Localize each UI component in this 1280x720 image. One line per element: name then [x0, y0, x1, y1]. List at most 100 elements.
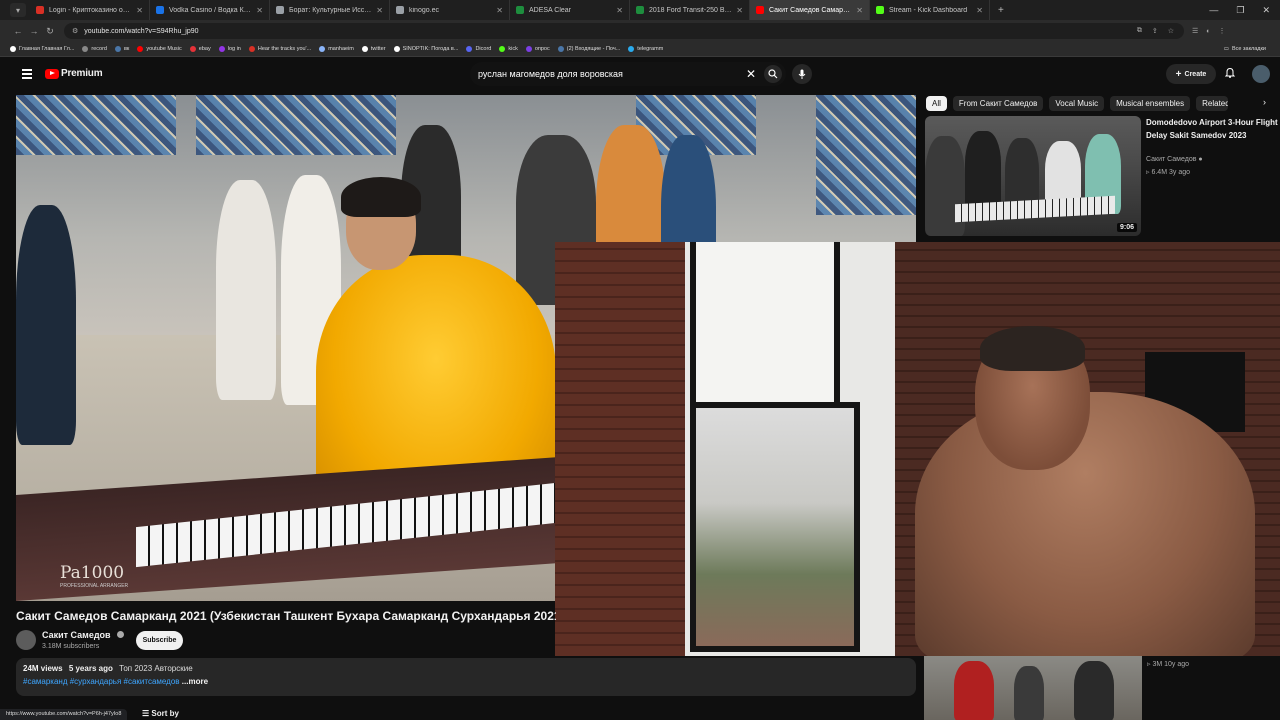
chip-musical-ensembles[interactable]: Musical ensembles: [1110, 95, 1191, 111]
browser-menu-icon[interactable]: ⋮: [1219, 27, 1226, 35]
video-frame-figure: [16, 205, 76, 445]
bookmark-item[interactable]: Главная Главная Гл...: [10, 46, 74, 52]
bookmark-item[interactable]: telegramm: [628, 46, 663, 52]
hamburger-menu-icon[interactable]: [22, 69, 32, 79]
close-tab-icon[interactable]: ✕: [736, 6, 743, 15]
close-tab-icon[interactable]: ✕: [376, 6, 383, 15]
tab-kick-dashboard[interactable]: Stream - Kick Dashboard ✕: [870, 0, 990, 20]
close-window-icon[interactable]: ✕: [1262, 5, 1270, 16]
chip-vocal-music[interactable]: Vocal Music: [1049, 95, 1105, 111]
youtube-play-icon: [45, 68, 59, 79]
extensions-icon[interactable]: ☰: [1192, 27, 1198, 35]
bookmark-item[interactable]: опрос: [525, 46, 550, 52]
video-frame-figure: [216, 180, 276, 400]
play-count-icon: ▹: [1147, 661, 1151, 668]
close-tab-icon[interactable]: ✕: [976, 6, 983, 15]
description-box[interactable]: 24M views 5 years ago Топ 2023 Авторские…: [16, 658, 916, 696]
close-tab-icon[interactable]: ✕: [136, 6, 143, 15]
play-count-icon: ▹: [1146, 169, 1150, 176]
youtube-premium-logo[interactable]: Premium: [45, 68, 103, 79]
channel-name[interactable]: Сакит Самедов ●: [1146, 156, 1203, 163]
bookmark-star-icon[interactable]: ☆: [1168, 27, 1174, 35]
tab-kinogo[interactable]: kinogo.ec ✕: [390, 0, 510, 20]
url-input[interactable]: ⚙ youtube.com/watch?v=S94Rhu_jp90 ⧉ ⇪ ☆: [64, 23, 1184, 39]
tab-ford-transit[interactable]: 2018 Ford Transit-250 Base w/✕: [630, 0, 750, 20]
video-title[interactable]: Domodedovo Airport 3-Hour Flight Delay S…: [1146, 117, 1280, 142]
description-line: Топ 2023 Авторские: [119, 664, 193, 673]
site-info-icon[interactable]: ⚙: [72, 27, 78, 35]
close-tab-icon[interactable]: ✕: [856, 6, 863, 15]
hashtags[interactable]: #самарканд #сурхандарья #сакитсамедов: [23, 677, 180, 686]
bookmark-item[interactable]: log in: [218, 46, 241, 52]
tab-search-icon[interactable]: ▾: [10, 3, 26, 17]
bookmark-item[interactable]: Hear the tracks you'...: [248, 46, 311, 52]
bookmark-item[interactable]: Dicord: [466, 46, 491, 52]
video-frame-mosaic: [816, 95, 916, 215]
subscribe-button[interactable]: Subscribe: [136, 631, 183, 650]
forward-icon[interactable]: →: [26, 26, 42, 36]
webcam-window-view: [690, 402, 860, 652]
window-controls: — ❐ ✕: [1209, 5, 1280, 16]
bookmark-item[interactable]: SINOPTIK: Погода в...: [393, 46, 458, 52]
all-bookmarks-button[interactable]: ▭ Все закладки: [1224, 46, 1272, 52]
folder-icon: ▭: [1223, 46, 1229, 52]
close-tab-icon[interactable]: ✕: [256, 6, 263, 15]
webcam-brick-wall: [555, 242, 685, 656]
recommended-video[interactable]: 9:06 Domodedovo Airport 3-Hour Flight De…: [925, 116, 1280, 238]
bookmark-item[interactable]: youtube Music: [137, 46, 182, 52]
close-tab-icon[interactable]: ✕: [616, 6, 623, 15]
tab-favicon-icon: [396, 6, 404, 14]
bookmark-item[interactable]: record: [82, 46, 107, 52]
microphone-icon[interactable]: [792, 64, 812, 84]
video-thumbnail[interactable]: [924, 656, 1142, 720]
notifications-bell-icon[interactable]: [1224, 67, 1236, 81]
tab-vodka-casino[interactable]: Vodka Casino / Водка Казино✕: [150, 0, 270, 20]
tab-borat[interactable]: Борат: Культурные Исследо ✕: [270, 0, 390, 20]
profile-icon[interactable]: ◐: [1206, 28, 1210, 35]
keyboard-brand-label: Pa1000: [60, 563, 125, 583]
search-input[interactable]: руслан магомедов доля воровская ✕: [470, 62, 786, 86]
search-icon[interactable]: [764, 65, 782, 83]
bookmark-item[interactable]: (2) Входящие - Поч...: [557, 46, 620, 52]
clear-search-icon[interactable]: ✕: [746, 67, 756, 81]
tab-adesa[interactable]: ADESA Clear ✕: [510, 0, 630, 20]
chevron-right-icon[interactable]: ›: [1263, 97, 1266, 107]
bookmark-favicon-icon: [393, 46, 400, 52]
bookmark-item[interactable]: manhaeim: [319, 46, 354, 52]
tab-login-casino[interactable]: Login - Криптоказино онлайн✕: [30, 0, 150, 20]
account-avatar[interactable]: [1252, 65, 1270, 83]
verified-icon: ●: [1198, 156, 1203, 163]
minimize-icon[interactable]: —: [1209, 5, 1218, 16]
bookmark-item[interactable]: ebay: [189, 46, 211, 52]
open-in-app-icon[interactable]: ⧉: [1137, 27, 1142, 35]
back-icon[interactable]: ←: [10, 26, 26, 36]
youtube-header: Premium руслан магомедов доля воровская …: [0, 58, 1280, 92]
bookmark-favicon-icon: [319, 46, 326, 52]
bookmark-item[interactable]: kick: [499, 46, 518, 52]
bookmark-item[interactable]: вк: [114, 46, 129, 52]
chip-all[interactable]: All: [926, 95, 947, 111]
bookmark-favicon-icon: [499, 46, 506, 52]
tab-favicon-icon: [756, 6, 764, 14]
channel-name[interactable]: Сакит Самедов: [42, 630, 111, 640]
video-thumbnail[interactable]: 9:06: [925, 116, 1141, 236]
video-meta: ▹ 3M 10y ago: [1147, 661, 1190, 668]
create-button[interactable]: + Create: [1166, 64, 1216, 84]
tab-youtube-active[interactable]: Сакит Самедов Самарканд ✕: [750, 0, 870, 20]
video-title: Сакит Самедов Самарканд 2021 (Узбекистан…: [16, 609, 556, 623]
verified-icon: [117, 631, 124, 638]
close-tab-icon[interactable]: ✕: [496, 6, 503, 15]
comments-sort-button[interactable]: ☰ Sort by: [142, 709, 179, 718]
bookmark-item[interactable]: twitter: [361, 46, 386, 52]
share-icon[interactable]: ⇪: [1152, 27, 1158, 35]
bookmark-favicon-icon: [466, 46, 473, 52]
new-tab-button[interactable]: +: [998, 5, 1004, 16]
channel-avatar[interactable]: [16, 630, 36, 650]
bookmark-favicon-icon: [557, 46, 564, 52]
bookmark-favicon-icon: [248, 46, 255, 52]
chip-from-channel[interactable]: From Сакит Самедов: [952, 95, 1044, 111]
chip-related[interactable]: Related: [1196, 95, 1229, 111]
more-button[interactable]: ...more: [182, 677, 208, 686]
reload-icon[interactable]: ↻: [42, 26, 58, 37]
maximize-icon[interactable]: ❐: [1236, 5, 1244, 16]
